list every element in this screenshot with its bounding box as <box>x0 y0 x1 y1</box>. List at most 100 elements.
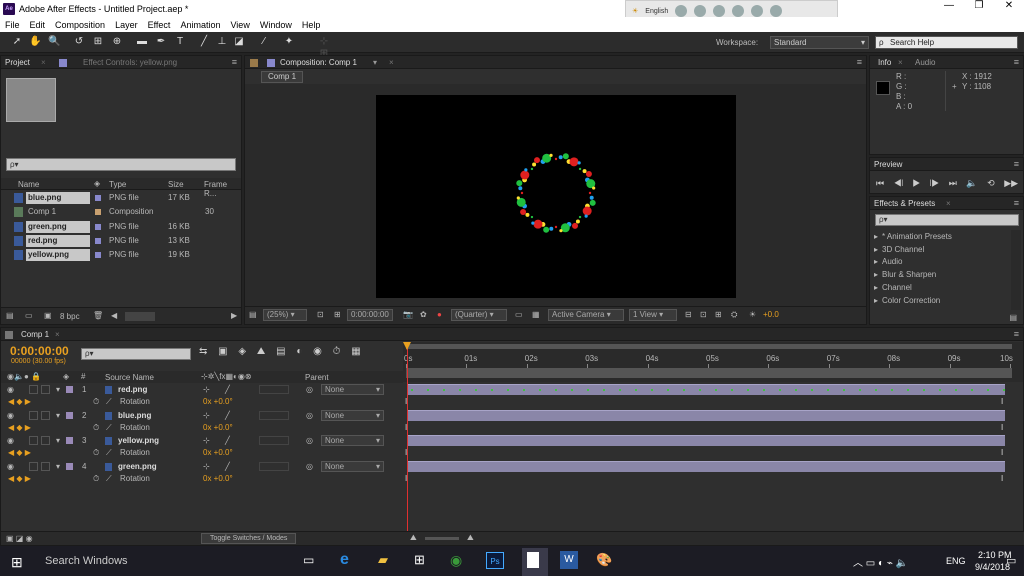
layer-name[interactable]: yellow.png <box>118 434 159 447</box>
trash-icon[interactable]: 🗑 <box>93 311 103 320</box>
always-preview-icon[interactable]: ▤ <box>249 310 257 319</box>
live-update-icon[interactable]: ▣ <box>218 346 227 357</box>
parent-select[interactable]: None ▾ <box>321 409 384 421</box>
taskbar-lang[interactable]: ENG <box>946 556 966 566</box>
stopwatch-icon[interactable]: ⏱ <box>93 422 99 434</box>
tab-project[interactable]: Project <box>5 58 30 67</box>
comp-subtab[interactable]: Comp 1 <box>261 71 304 83</box>
new-comp-icon[interactable]: ▣ <box>44 311 52 320</box>
keyframe-nav-icon[interactable]: ◀ ◆ ▶ <box>8 447 31 459</box>
solo-toggle[interactable] <box>29 410 38 420</box>
pan-behind-tool-icon[interactable]: ⊕ <box>111 36 123 48</box>
stopwatch-icon[interactable]: ⏱ <box>93 396 99 408</box>
time-ruler[interactable]: 0s 01s 02s 03s 04s 05s 06s 07s 08s 09s 10s <box>403 342 1023 382</box>
col-source-name[interactable]: Source Name <box>105 373 154 382</box>
property-row[interactable]: ◀ ◆ ▶ ⏱ ⟋ Rotation 0x +0.0° <box>1 447 403 459</box>
current-time-indicator[interactable] <box>407 342 408 531</box>
tab-composition[interactable]: Composition: Comp 1 <box>280 58 357 67</box>
layer-row[interactable]: ◉ ▾ 2 blue.png ⊹ ╱ ◎ None ▾ <box>1 409 403 422</box>
switch-boxes[interactable] <box>259 410 289 420</box>
stopwatch-icon[interactable]: ⏱ <box>93 473 99 485</box>
twirl-down-icon[interactable]: ▾ <box>56 409 60 422</box>
layer-duration-bar[interactable] <box>408 435 1005 446</box>
quality-switch-icon[interactable]: ╱ <box>225 434 230 447</box>
switch-boxes[interactable] <box>259 461 289 471</box>
auto-keyframe-icon[interactable]: ⏱ <box>333 346 341 357</box>
tab-effects-presets[interactable]: Effects & Presets <box>874 199 935 208</box>
timeline-timecode[interactable]: 0:00:00:00 <box>10 344 69 358</box>
camera-tool-icon[interactable]: ⊞ <box>92 36 104 48</box>
label-color-swatch[interactable] <box>66 462 73 470</box>
col-size[interactable]: Size <box>168 180 184 189</box>
label-col-icon[interactable]: ◈ <box>94 179 100 188</box>
pickwhip-icon[interactable]: ◎ <box>306 460 313 473</box>
tray-icons[interactable]: ︿ ▭ ◐ ⌁ 🔈 <box>853 554 908 569</box>
quality-switch-icon[interactable]: ╱ <box>225 409 230 422</box>
layer-row[interactable]: ◉ ▾ 4 green.png ⊹ ╱ ◎ None ▾ <box>1 460 403 473</box>
tab-info[interactable]: Info <box>878 58 891 67</box>
switch-boxes[interactable] <box>259 436 289 445</box>
eye-icon[interactable]: ◉ <box>7 383 14 396</box>
twirl-down-icon[interactable]: ▾ <box>56 383 60 396</box>
effects-scrollbar[interactable] <box>1011 230 1021 310</box>
quality-switch-icon[interactable]: ╱ <box>225 383 230 396</box>
windows-start-icon[interactable]: ⊞ <box>11 554 23 571</box>
menu-edit[interactable]: Edit <box>25 20 51 30</box>
rotation-tool-icon[interactable]: ↺ <box>73 36 85 48</box>
comp-timecode[interactable]: 0:00:00:00 <box>347 309 393 321</box>
project-item[interactable]: yellow.png PNG file 19 KB <box>1 248 241 262</box>
parent-select[interactable]: None ▾ <box>321 460 384 472</box>
rotation-value[interactable]: 0x +0.0° <box>203 422 233 434</box>
eye-icon[interactable]: ◉ <box>7 460 14 473</box>
next-frame-icon[interactable]: ❘▶ <box>930 178 939 188</box>
fast-previews-icon[interactable]: ⊡ <box>700 310 707 319</box>
pickwhip-icon[interactable]: ◎ <box>306 434 313 447</box>
camera-snapshot-icon[interactable]: 📷 <box>403 310 413 319</box>
col-name[interactable]: Name <box>18 180 39 189</box>
label-color-swatch[interactable] <box>66 411 73 419</box>
close-icon[interactable]: × <box>898 58 903 67</box>
prev-frame-icon[interactable]: ◀❘ <box>894 178 903 188</box>
layer-row[interactable]: ◉ ▾ 1 red.png ⊹ ╱ ◎ None ▾ <box>1 383 403 396</box>
taskbar-search[interactable]: Search Windows <box>45 555 128 567</box>
shy-switch-icon[interactable]: ⊹ <box>203 460 210 473</box>
pen-tool-icon[interactable]: ✒ <box>155 36 167 48</box>
brush-tool-icon[interactable]: ╱ <box>198 36 210 48</box>
menu-effect[interactable]: Effect <box>143 20 176 30</box>
graph-icon[interactable]: ⟋ <box>106 396 112 408</box>
new-bin-icon[interactable]: ▤ <box>1009 313 1017 322</box>
taskbar-date[interactable]: 9/4/2018 <box>975 562 1010 572</box>
brainstorm-icon[interactable]: ◉ <box>313 346 322 357</box>
quality-switch-icon[interactable]: ╱ <box>225 460 230 473</box>
photoshop-icon[interactable]: Ps <box>486 552 504 569</box>
effects-category[interactable]: ▸ Color Correction <box>870 294 1010 308</box>
loop-icon[interactable]: ⟲ <box>987 178 995 188</box>
eye-icon[interactable]: ◉ <box>7 434 14 447</box>
color-channels-icon[interactable]: ● <box>437 310 442 319</box>
layer-row[interactable]: ◉ ▾ 3 yellow.png ⊹ ╱ ◎ None ▾ <box>1 434 403 447</box>
solo-toggle[interactable] <box>29 461 38 471</box>
first-frame-icon[interactable]: ⏮ <box>876 178 884 188</box>
chrome-icon[interactable]: ◉ <box>450 552 462 569</box>
rotation-value[interactable]: 0x +0.0° <box>203 396 233 408</box>
ime-icon[interactable]: ☀ <box>632 7 638 15</box>
property-row[interactable]: ◀ ◆ ▶ ⏱ ⟋ Rotation 0x +0.0° <box>1 473 403 485</box>
composition-mini-flowchart-icon[interactable]: ⇆ <box>199 346 207 357</box>
menu-help[interactable]: Help <box>297 20 326 30</box>
menu-view[interactable]: View <box>225 20 254 30</box>
clone-stamp-tool-icon[interactable]: ⊥ <box>216 36 228 48</box>
options-icon[interactable] <box>713 5 726 17</box>
close-icon[interactable]: × <box>389 58 394 67</box>
region-of-interest-icon[interactable]: ▭ <box>515 310 523 319</box>
resolution-select[interactable]: (Quarter) ▾ <box>451 309 507 321</box>
effects-search-input[interactable]: ρ▾ <box>875 214 1019 226</box>
motion-blur-icon[interactable]: ◐ <box>296 346 302 357</box>
workspace-select[interactable]: Standard ▾ <box>770 36 869 49</box>
project-item[interactable]: red.png PNG file 13 KB <box>1 234 241 248</box>
notifications-icon[interactable]: ▭ <box>1006 554 1016 567</box>
interpret-footage-icon[interactable]: ▤ <box>6 311 14 320</box>
layer-name[interactable]: red.png <box>118 383 147 396</box>
stopwatch-icon[interactable]: ⏱ <box>93 447 99 459</box>
type-tool-icon[interactable]: T <box>174 36 186 48</box>
file-explorer-icon[interactable]: ▰ <box>378 552 388 568</box>
